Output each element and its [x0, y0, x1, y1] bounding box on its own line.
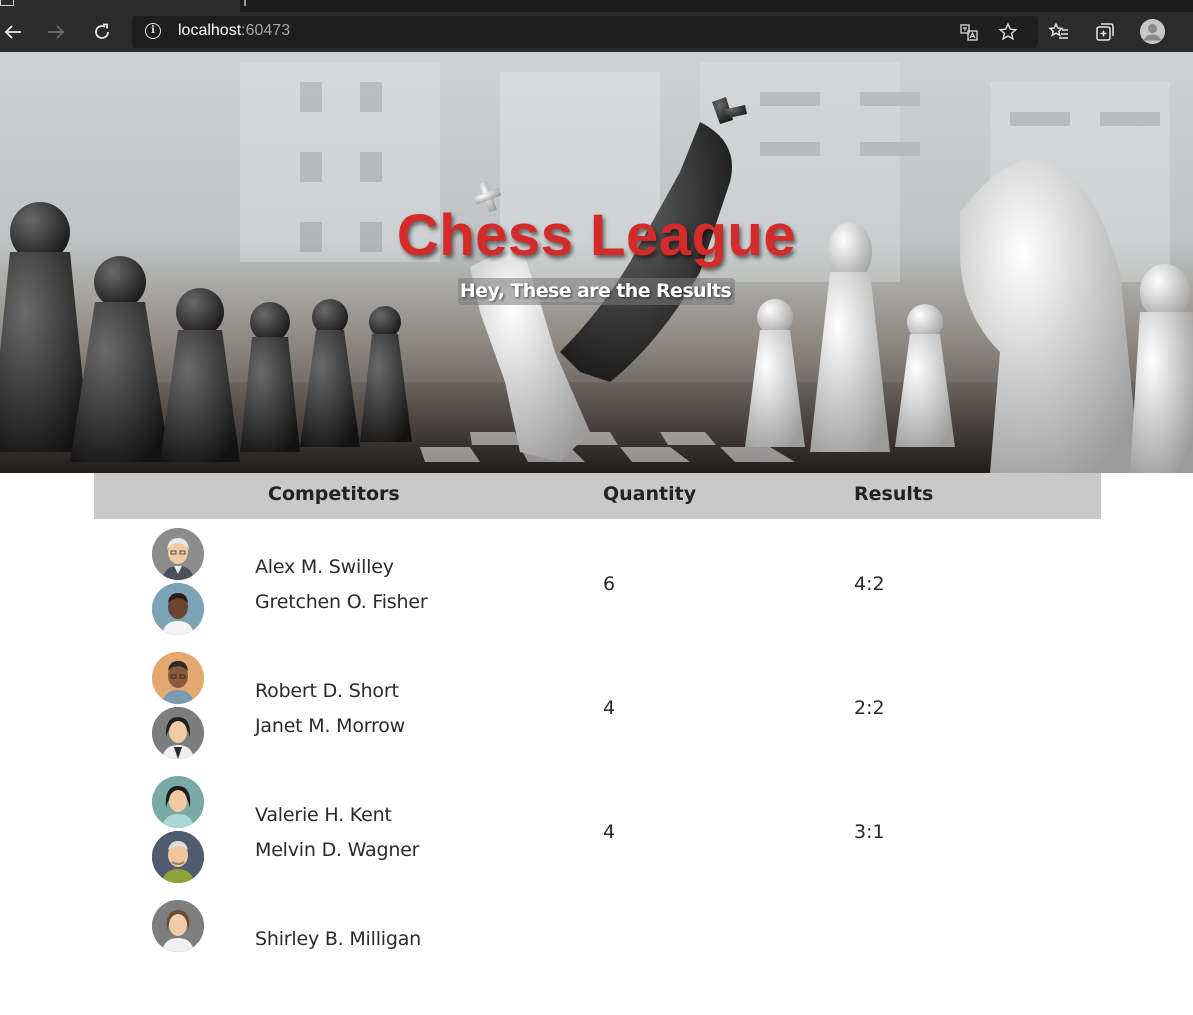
back-button[interactable]: [0, 18, 26, 46]
table-header: Competitors Quantity Results: [94, 473, 1101, 519]
table-row: Valerie H. Kent Melvin D. Wagner 4 3:1: [94, 767, 1101, 891]
quantity-value: 4: [603, 821, 616, 843]
tab-close-icon[interactable]: [236, 0, 246, 6]
forward-button[interactable]: [43, 18, 69, 46]
player-name: Robert D. Short: [255, 680, 399, 702]
add-favorite-button[interactable]: [997, 21, 1019, 43]
woman-avatar-icon: [152, 707, 204, 759]
translate-icon: [960, 24, 978, 41]
quantity-value: 6: [603, 573, 616, 595]
elderly-man-avatar-icon: [152, 831, 204, 883]
player-name: Shirley B. Milligan: [255, 928, 422, 950]
collections-button[interactable]: [1092, 18, 1118, 46]
page-favicon-icon: [0, 0, 14, 6]
player-name: Valerie H. Kent: [255, 804, 392, 826]
subtitle-wrap: Hey, These are the Results: [0, 278, 1193, 305]
browser-tab[interactable]: [0, 0, 246, 12]
browser-chrome: i localhost:60473: [0, 0, 1193, 52]
result-value: 3:1: [854, 821, 885, 843]
man-avatar-icon: [152, 583, 204, 635]
table-row: Alex M. Swilley Gretchen O. Fisher 6 4:2: [94, 519, 1101, 643]
back-icon: [4, 25, 21, 39]
result-value: 2:2: [854, 697, 885, 719]
refresh-button[interactable]: [89, 18, 115, 46]
header-competitors: Competitors: [268, 483, 400, 505]
page-subtitle: Hey, These are the Results: [457, 278, 736, 305]
url-port: :60473: [241, 22, 291, 39]
woman-avatar-icon: [152, 900, 204, 952]
url-host: localhost: [178, 22, 242, 39]
player-avatar: [152, 652, 204, 704]
elderly-man-avatar-icon: [152, 528, 204, 580]
table-row: Robert D. Short Janet M. Morrow 4 2:2: [94, 643, 1101, 767]
man-with-glasses-avatar-icon: [152, 652, 204, 704]
translate-button[interactable]: [958, 21, 980, 43]
player-name: Alex M. Swilley: [255, 556, 394, 578]
header-results: Results: [854, 483, 934, 505]
player-avatar: [152, 707, 204, 759]
profile-button[interactable]: [1140, 19, 1165, 44]
url-text[interactable]: localhost:60473: [178, 22, 290, 40]
result-value: 4:2: [854, 573, 885, 595]
header-quantity: Quantity: [603, 483, 697, 505]
favorite-star-icon: [998, 22, 1018, 41]
player-name: Melvin D. Wagner: [255, 839, 420, 861]
player-avatar: [152, 900, 204, 952]
info-icon[interactable]: i: [145, 23, 161, 39]
player-name: Janet M. Morrow: [255, 715, 405, 737]
profile-avatar-icon: [1140, 19, 1165, 44]
woman-avatar-icon: [152, 776, 204, 828]
forward-icon: [48, 25, 65, 39]
player-avatar: [152, 528, 204, 580]
address-bar[interactable]: i localhost:60473: [132, 16, 1038, 48]
player-name: Gretchen O. Fisher: [255, 591, 428, 613]
page-title: Chess League: [396, 203, 797, 268]
favorites-button[interactable]: [1046, 18, 1072, 46]
favorites-list-icon: [1048, 22, 1068, 39]
collections-icon: [1096, 23, 1114, 41]
results-table: Competitors Quantity Results Alex M. Swi…: [94, 473, 1101, 952]
quantity-value: 4: [603, 697, 616, 719]
tab-strip: [0, 0, 1193, 12]
hero-banner: Chess League Hey, These are the Results: [0, 52, 1193, 473]
table-row: Shirley B. Milligan: [94, 891, 1101, 1015]
player-avatar: [152, 831, 204, 883]
player-avatar: [152, 776, 204, 828]
player-avatar: [152, 583, 204, 635]
refresh-icon: [95, 23, 109, 39]
